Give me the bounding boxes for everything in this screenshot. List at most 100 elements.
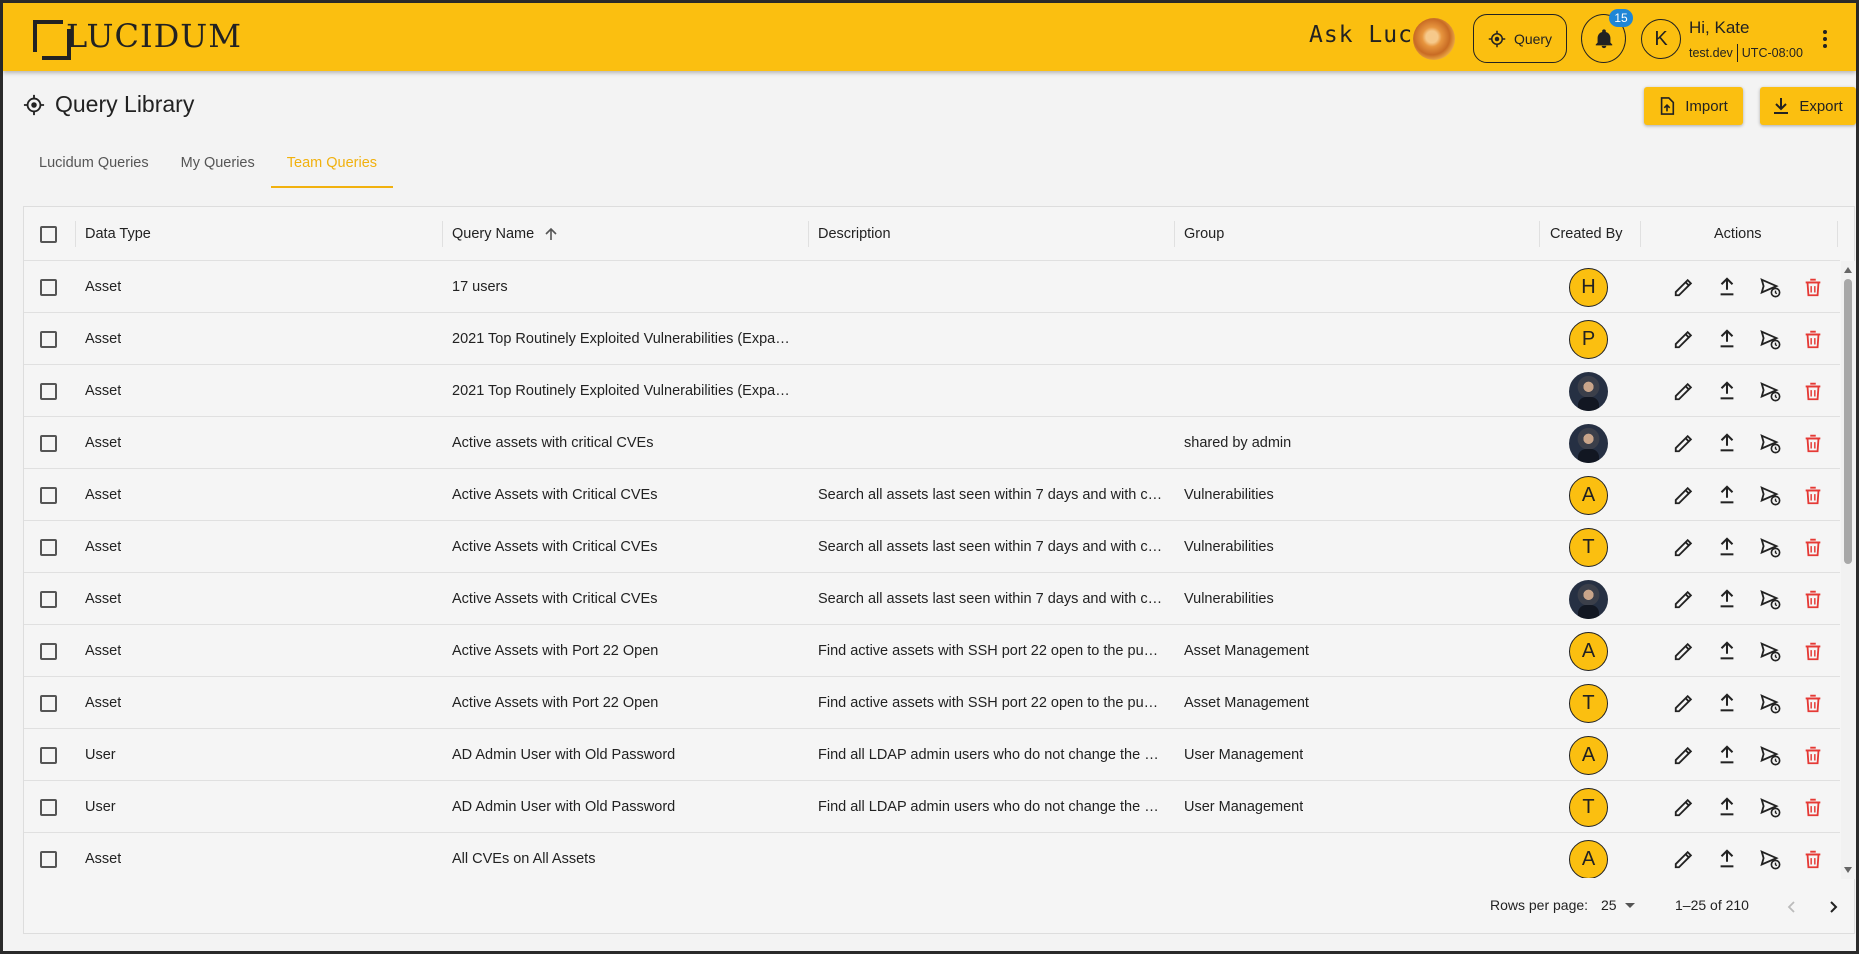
trash-icon[interactable] bbox=[1801, 431, 1825, 455]
table-row[interactable]: Asset 2021 Top Routinely Exploited Vulner… bbox=[24, 365, 1840, 417]
scroll-thumb[interactable] bbox=[1844, 279, 1852, 564]
schedule-send-icon[interactable] bbox=[1758, 535, 1782, 559]
query-name-cell[interactable]: Active assets with critical CVEs bbox=[452, 417, 797, 469]
trash-icon[interactable] bbox=[1801, 639, 1825, 663]
user-info[interactable]: Hi, Kate test.dev UTC-08:00 bbox=[1689, 18, 1803, 62]
upload-arrow-icon[interactable] bbox=[1715, 535, 1739, 559]
edit-pencil-icon[interactable] bbox=[1672, 847, 1696, 871]
schedule-send-icon[interactable] bbox=[1758, 847, 1782, 871]
trash-icon[interactable] bbox=[1801, 691, 1825, 715]
export-button[interactable]: Export bbox=[1760, 87, 1856, 125]
tab-lucidum-queries[interactable]: Lucidum Queries bbox=[23, 145, 165, 188]
table-row[interactable]: Asset Active Assets with Critical CVEs Sea… bbox=[24, 469, 1840, 521]
row-checkbox[interactable] bbox=[40, 538, 57, 556]
trash-icon[interactable] bbox=[1801, 587, 1825, 611]
trash-icon[interactable] bbox=[1801, 847, 1825, 871]
query-name-cell[interactable]: Active Assets with Critical CVEs bbox=[452, 469, 797, 521]
table-row[interactable]: User AD Admin User with Old Password Find … bbox=[24, 781, 1840, 833]
query-name-cell[interactable]: Active Assets with Port 22 Open bbox=[452, 677, 797, 729]
query-name-cell[interactable]: Active Assets with Port 22 Open bbox=[452, 625, 797, 677]
schedule-send-icon[interactable] bbox=[1758, 431, 1782, 455]
query-name-cell[interactable]: Active Assets with Critical CVEs bbox=[452, 573, 797, 625]
upload-arrow-icon[interactable] bbox=[1715, 483, 1739, 507]
query-name-cell[interactable]: All CVEs on All Assets bbox=[452, 833, 797, 878]
query-button[interactable]: Query bbox=[1473, 14, 1567, 63]
rows-per-page-select[interactable]: 25 bbox=[1601, 897, 1635, 913]
upload-arrow-icon[interactable] bbox=[1715, 275, 1739, 299]
edit-pencil-icon[interactable] bbox=[1672, 379, 1696, 403]
trash-icon[interactable] bbox=[1801, 483, 1825, 507]
upload-arrow-icon[interactable] bbox=[1715, 379, 1739, 403]
table-row[interactable]: Asset Active assets with critical CVEs sha… bbox=[24, 417, 1840, 469]
scroll-up-icon[interactable] bbox=[1844, 267, 1852, 273]
import-button[interactable]: Import bbox=[1644, 87, 1743, 125]
row-checkbox[interactable] bbox=[40, 590, 57, 608]
edit-pencil-icon[interactable] bbox=[1672, 691, 1696, 715]
upload-arrow-icon[interactable] bbox=[1715, 431, 1739, 455]
select-all-checkbox[interactable] bbox=[40, 225, 57, 243]
table-row[interactable]: Asset 2021 Top Routinely Exploited Vulner… bbox=[24, 313, 1840, 365]
trash-icon[interactable] bbox=[1801, 535, 1825, 559]
table-row[interactable]: Asset Active Assets with Critical CVEs Sea… bbox=[24, 573, 1840, 625]
row-checkbox[interactable] bbox=[40, 278, 57, 296]
edit-pencil-icon[interactable] bbox=[1672, 275, 1696, 299]
scroll-down-icon[interactable] bbox=[1844, 867, 1852, 873]
row-checkbox[interactable] bbox=[40, 694, 57, 712]
schedule-send-icon[interactable] bbox=[1758, 691, 1782, 715]
table-row[interactable]: Asset Active Assets with Critical CVEs Sea… bbox=[24, 521, 1840, 573]
edit-pencil-icon[interactable] bbox=[1672, 587, 1696, 611]
table-row[interactable]: User AD Admin User with Old Password Find … bbox=[24, 729, 1840, 781]
trash-icon[interactable] bbox=[1801, 379, 1825, 403]
column-header-description[interactable]: Description bbox=[818, 207, 891, 261]
column-header-data-type[interactable]: Data Type bbox=[85, 207, 151, 261]
schedule-send-icon[interactable] bbox=[1758, 639, 1782, 663]
table-row[interactable]: Asset Active Assets with Port 22 Open Find… bbox=[24, 625, 1840, 677]
schedule-send-icon[interactable] bbox=[1758, 483, 1782, 507]
column-header-query-name[interactable]: Query Name bbox=[452, 207, 558, 261]
upload-arrow-icon[interactable] bbox=[1715, 587, 1739, 611]
lucidum-logo[interactable]: LUCIDUM bbox=[33, 20, 242, 60]
query-name-cell[interactable]: 2021 Top Routinely Exploited Vulnerabili… bbox=[452, 313, 797, 365]
row-checkbox[interactable] bbox=[40, 382, 57, 400]
table-row[interactable]: Asset Active Assets with Port 22 Open Find… bbox=[24, 677, 1840, 729]
query-name-cell[interactable]: 17 users bbox=[452, 261, 797, 313]
row-checkbox[interactable] bbox=[40, 746, 57, 764]
edit-pencil-icon[interactable] bbox=[1672, 535, 1696, 559]
row-checkbox[interactable] bbox=[40, 850, 57, 868]
upload-arrow-icon[interactable] bbox=[1715, 795, 1739, 819]
user-avatar[interactable]: K bbox=[1641, 19, 1681, 59]
trash-icon[interactable] bbox=[1801, 795, 1825, 819]
column-header-group[interactable]: Group bbox=[1184, 207, 1224, 261]
tab-my-queries[interactable]: My Queries bbox=[165, 145, 271, 188]
edit-pencil-icon[interactable] bbox=[1672, 795, 1696, 819]
column-header-created-by[interactable]: Created By bbox=[1550, 207, 1623, 261]
table-row[interactable]: Asset 17 users H bbox=[24, 261, 1840, 313]
edit-pencil-icon[interactable] bbox=[1672, 743, 1696, 767]
next-page-button[interactable] bbox=[1822, 896, 1844, 918]
upload-arrow-icon[interactable] bbox=[1715, 327, 1739, 351]
upload-arrow-icon[interactable] bbox=[1715, 847, 1739, 871]
query-name-cell[interactable]: AD Admin User with Old Password bbox=[452, 781, 797, 833]
trash-icon[interactable] bbox=[1801, 275, 1825, 299]
row-checkbox[interactable] bbox=[40, 798, 57, 816]
previous-page-button[interactable] bbox=[1781, 896, 1803, 918]
schedule-send-icon[interactable] bbox=[1758, 795, 1782, 819]
query-name-cell[interactable]: 2021 Top Routinely Exploited Vulnerabili… bbox=[452, 365, 797, 417]
row-checkbox[interactable] bbox=[40, 330, 57, 348]
upload-arrow-icon[interactable] bbox=[1715, 691, 1739, 715]
trash-icon[interactable] bbox=[1801, 327, 1825, 351]
query-name-cell[interactable]: Active Assets with Critical CVEs bbox=[452, 521, 797, 573]
schedule-send-icon[interactable] bbox=[1758, 327, 1782, 351]
tab-team-queries[interactable]: Team Queries bbox=[270, 145, 394, 188]
trash-icon[interactable] bbox=[1801, 743, 1825, 767]
edit-pencil-icon[interactable] bbox=[1672, 639, 1696, 663]
edit-pencil-icon[interactable] bbox=[1672, 483, 1696, 507]
more-vert-icon[interactable] bbox=[1819, 27, 1831, 51]
query-name-cell[interactable]: AD Admin User with Old Password bbox=[452, 729, 797, 781]
row-checkbox[interactable] bbox=[40, 486, 57, 504]
schedule-send-icon[interactable] bbox=[1758, 275, 1782, 299]
row-checkbox[interactable] bbox=[40, 642, 57, 660]
edit-pencil-icon[interactable] bbox=[1672, 327, 1696, 351]
schedule-send-icon[interactable] bbox=[1758, 587, 1782, 611]
sort-arrow-up-icon[interactable] bbox=[544, 227, 558, 241]
